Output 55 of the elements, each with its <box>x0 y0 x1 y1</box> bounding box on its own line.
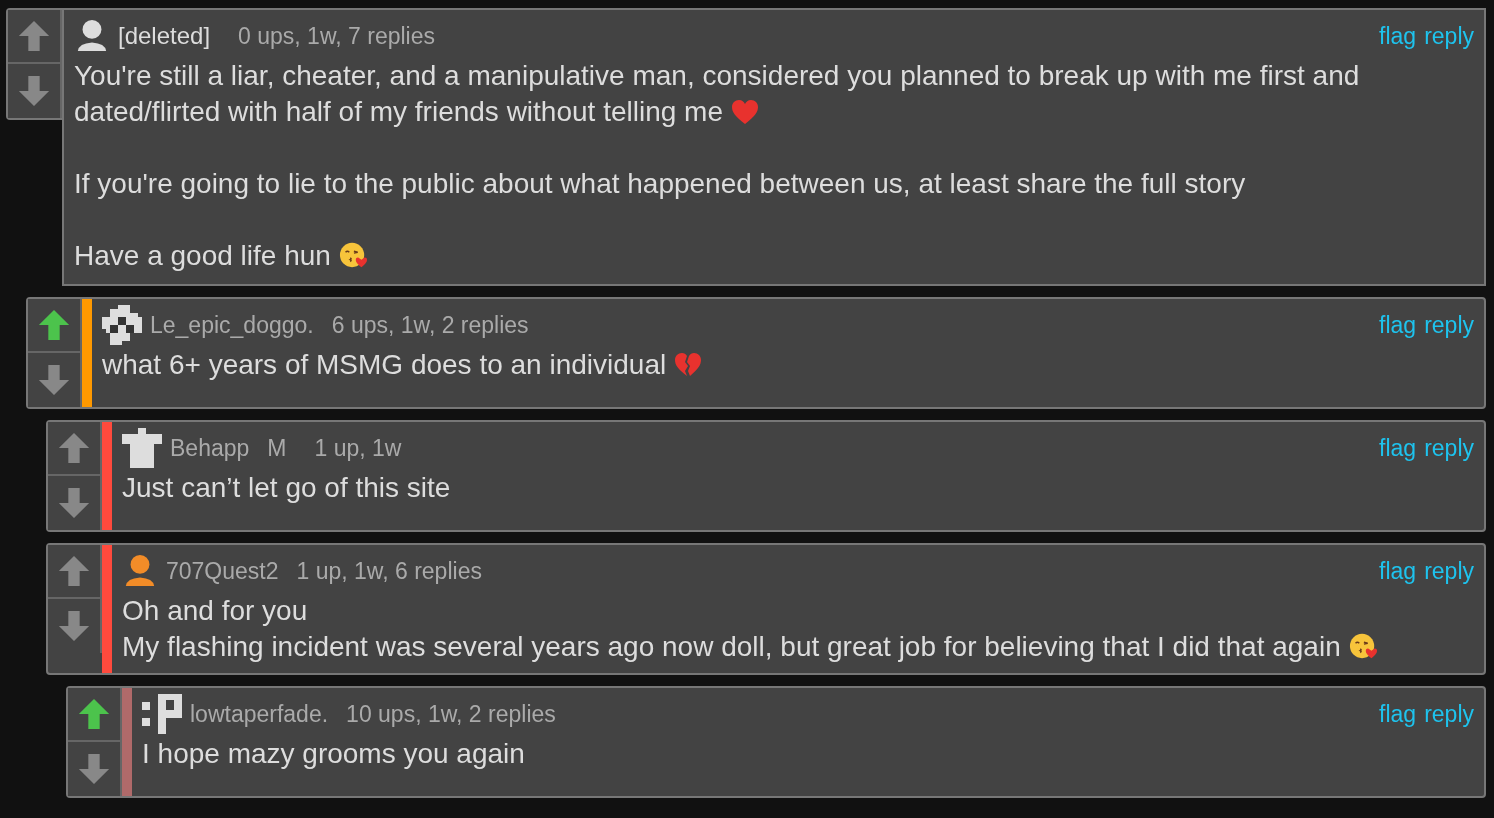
upvote-button[interactable] <box>68 688 122 742</box>
comment-meta: 10 ups, 1w, 2 replies <box>346 700 556 728</box>
reply-link[interactable]: reply <box>1424 311 1474 339</box>
flag-link[interactable]: flag <box>1379 700 1417 728</box>
up-arrow-icon <box>57 554 91 588</box>
username[interactable]: 707Quest2 <box>166 557 279 585</box>
comment-text: Just can’t let go of this site <box>122 471 452 505</box>
upvote-button[interactable] <box>28 299 82 353</box>
comment-meta: 1 up, 1w, 6 replies <box>296 557 482 585</box>
down-arrow-icon <box>57 609 91 643</box>
username[interactable]: Le_epic_doggo. <box>150 311 314 339</box>
username[interactable]: Behapp <box>170 434 250 462</box>
downvote-button[interactable] <box>28 353 82 407</box>
down-arrow-icon <box>37 363 71 397</box>
comment-text: what 6+ years of MSMG does to an individual <box>102 347 1474 383</box>
heart-icon <box>731 99 759 125</box>
flag-link[interactable]: flag <box>1379 311 1417 339</box>
user-initial: M <box>267 434 287 462</box>
up-arrow-icon <box>57 431 91 465</box>
reply-link[interactable]: reply <box>1424 557 1474 585</box>
comment-text: Oh and for you <box>122 594 309 628</box>
kiss-face-icon <box>338 241 367 269</box>
avatar-icon <box>122 428 162 468</box>
username[interactable]: lowtaperfade. <box>190 700 329 728</box>
comment-meta: 1 up, 1w <box>314 434 402 462</box>
downvote-button[interactable] <box>68 742 122 796</box>
kiss-face-icon <box>1348 632 1377 660</box>
reply-link[interactable]: reply <box>1424 700 1474 728</box>
downvote-button[interactable] <box>8 64 62 118</box>
avatar-icon <box>142 694 182 734</box>
reply-link[interactable]: reply <box>1424 434 1474 462</box>
comment-meta: 6 ups, 1w, 2 replies <box>331 311 529 339</box>
down-arrow-icon <box>77 752 111 786</box>
comment-text: Have a good life hun <box>74 238 1474 274</box>
avatar-icon <box>102 305 142 345</box>
username[interactable]: [deleted] <box>118 22 211 50</box>
upvote-button[interactable] <box>48 545 102 599</box>
broken-heart-icon <box>674 352 703 378</box>
flag-link[interactable]: flag <box>1379 557 1417 585</box>
down-arrow-icon <box>57 486 91 520</box>
downvote-button[interactable] <box>48 476 102 530</box>
flag-link[interactable]: flag <box>1379 22 1417 50</box>
down-arrow-icon <box>17 74 51 108</box>
up-arrow-icon <box>77 697 111 731</box>
reply-link[interactable]: reply <box>1424 22 1474 50</box>
flag-link[interactable]: flag <box>1379 434 1417 462</box>
comment-meta: 0 ups, 1w, 7 replies <box>238 22 435 50</box>
comment-text: I hope mazy grooms you again <box>142 737 526 771</box>
upvote-button[interactable] <box>48 422 102 476</box>
comment-text: My flashing incident was several years ago now doll, but great job for believing that I did that again <box>122 629 1474 665</box>
comment-text: You're still a liar, cheater, and a manipulative man, considered you planned to break up with me first and dated/flirted with half of my friends without telling me <box>74 59 1361 129</box>
upvote-button[interactable] <box>8 10 62 64</box>
up-arrow-icon <box>37 308 71 342</box>
up-arrow-icon <box>17 19 51 53</box>
comment-text: If you're going to lie to the public about what happened between us, at least share the full story <box>74 167 1247 201</box>
